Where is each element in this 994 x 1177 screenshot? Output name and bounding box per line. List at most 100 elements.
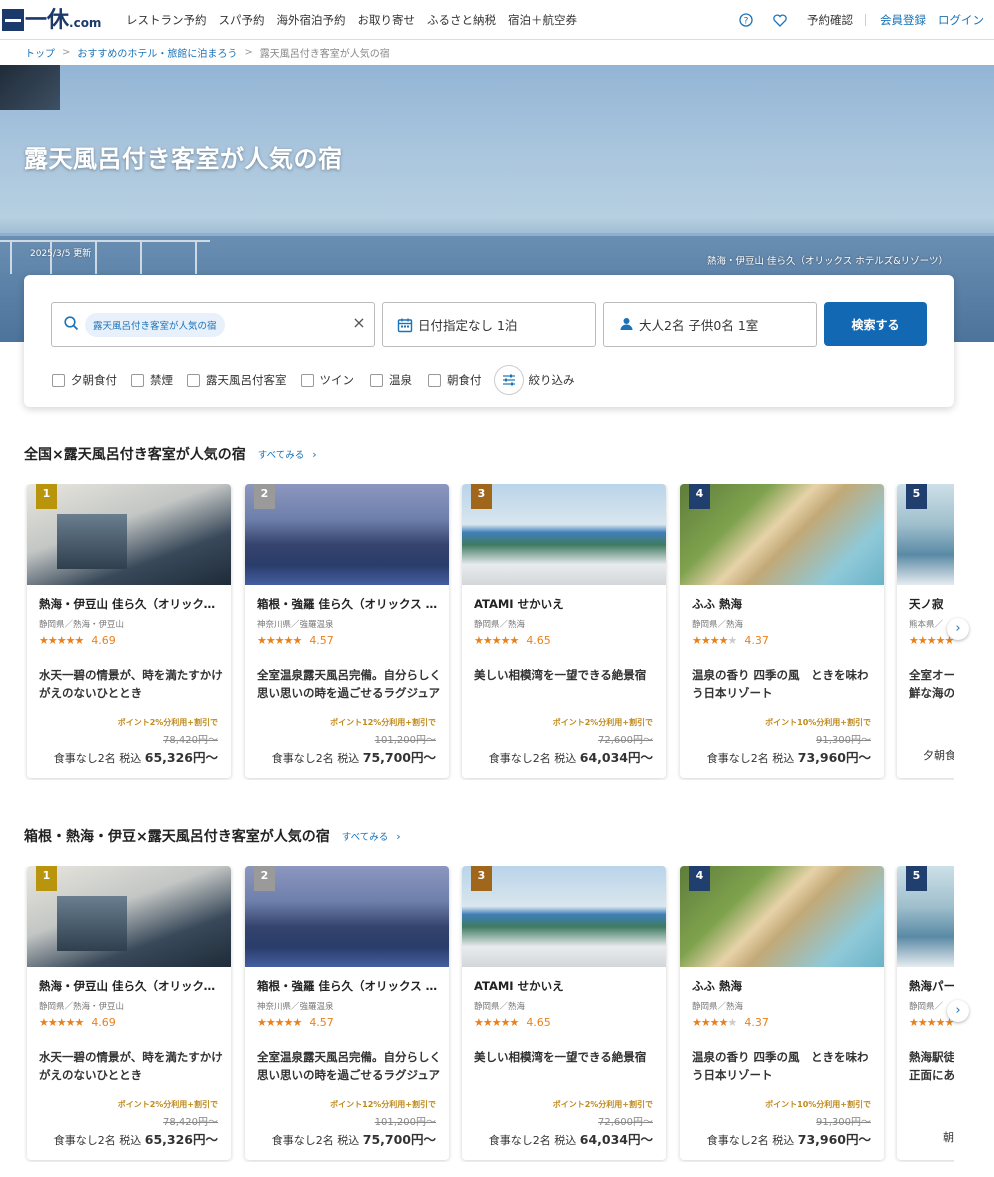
filter-breakfast[interactable]: 朝食付 <box>428 372 482 388</box>
carousel-next-button[interactable]: › <box>947 1000 969 1022</box>
price-row: 食事なし2名 税込 75,700円～ <box>272 1129 436 1148</box>
breadcrumb-top[interactable]: トップ <box>25 45 55 60</box>
keyword-chip[interactable]: 露天風呂付き客室が人気の宿 <box>85 312 225 337</box>
hotel-card[interactable]: 1 熱海・伊豆山 佳ら久（オリックス ホテルズ&リゾーツ） 静岡県／熱海・伊豆山… <box>27 866 231 1160</box>
price-row: 食事なし2名 税込 65,326円～ <box>54 747 218 766</box>
price: 73,960円～ <box>797 750 871 765</box>
logo-text: 一休 <box>25 6 70 33</box>
original-price: 91,300円～ <box>816 735 871 746</box>
help-icon[interactable]: ? <box>739 13 753 27</box>
hotel-card[interactable]: 3 ATAMI せかいえ 静岡県／熱海 ★★★★★ 4.65 美しい相模湾を一望で… <box>462 484 666 778</box>
checkbox[interactable] <box>187 373 200 387</box>
breadcrumb-recommend[interactable]: おすすめのホテル・旅館に泊まろう <box>77 45 237 60</box>
breadcrumb-current: 露天風呂付き客室が人気の宿 <box>259 48 390 60</box>
rating: ★★★★★ 4.57 <box>257 1016 334 1029</box>
rank-badge: 2 <box>254 484 275 509</box>
checkbox[interactable] <box>300 373 314 387</box>
hotel-name: 熱海・伊豆山 佳ら久（オリックス ホテルズ&リゾーツ） <box>39 979 225 993</box>
reservation-check-link[interactable]: 予約確認 <box>807 12 853 28</box>
guest-field[interactable]: 大人2名 子供0名 1室 <box>603 302 817 347</box>
nav-overseas[interactable]: 海外宿泊予約 <box>277 12 346 28</box>
narrow-down-label[interactable]: 絞り込み <box>529 372 575 388</box>
hotel-area: 熊本県／ <box>909 620 944 630</box>
section-title: 箱根・熱海・伊豆×露天風呂付き客室が人気の宿 <box>24 829 330 845</box>
date-field[interactable]: 日付指定なし 1泊 <box>382 302 596 347</box>
search-button[interactable]: 検索する <box>824 302 927 346</box>
login-link[interactable]: ログイン <box>938 12 984 28</box>
rank-badge: 1 <box>36 866 57 891</box>
hotel-card[interactable]: 2 箱根・強羅 佳ら久（オリックス ホテルズ&リゾーツ） 神奈川県／強羅温泉 ★… <box>245 484 449 778</box>
hotel-card[interactable]: 4 ふふ 熱海 静岡県／熱海 ★★★★★ 4.37 温泉の香り 四季の風 ときを味… <box>680 866 884 1160</box>
hotel-card[interactable]: 5 熱海パー 静岡県／ ★★★★★ 熱海駅徒正面にあ 朝 <box>897 866 954 1160</box>
rank-badge: 1 <box>36 484 57 509</box>
point-discount-note: ポイント2%分利用+割引で <box>552 1100 653 1109</box>
hotel-card[interactable]: 5 天ノ寂 熊本県／ ★★★★★ 全室オー鮮な海の 夕朝食 <box>897 484 954 778</box>
chevron-right-icon: › <box>312 448 317 461</box>
hotel-carousel: 1 熱海・伊豆山 佳ら久（オリックス ホテルズ&リゾーツ） 静岡県／熱海・伊豆山… <box>0 866 954 1162</box>
filter-hot-spring[interactable]: 温泉 <box>370 372 412 388</box>
filter-settings-icon[interactable] <box>493 365 524 395</box>
filter-open-air-bath-room[interactable]: 露天風呂付客室 <box>187 372 287 388</box>
hotel-catchcopy: 美しい相模湾を一望できる絶景宿 <box>474 1050 647 1064</box>
hotel-catchcopy: 美しい相模湾を一望できる絶景宿 <box>474 668 647 682</box>
star-rating-icon: ★★★★★ <box>692 634 737 647</box>
hotel-area: 静岡県／熱海・伊豆山 <box>39 1002 125 1012</box>
hotel-catchcopy: 全室温泉露天風呂完備。自分らしく思い思いの時を過ごせるラグジュアリーリゾート <box>257 668 441 700</box>
point-discount-note: ポイント10%分利用+割引で <box>765 718 871 727</box>
keyword-field[interactable]: 露天風呂付き客室が人気の宿 × <box>51 302 375 347</box>
nav-furusato[interactable]: ふるさと納税 <box>427 12 496 28</box>
ikkyu-logo[interactable]: 一休 .com <box>0 0 118 40</box>
hotel-card[interactable]: 3 ATAMI せかいえ 静岡県／熱海 ★★★★★ 4.65 美しい相模湾を一望で… <box>462 866 666 1160</box>
hotel-card[interactable]: 1 熱海・伊豆山 佳ら久（オリックス ホテルズ&リゾーツ） 静岡県／熱海・伊豆山… <box>27 484 231 778</box>
nav-restaurant[interactable]: レストラン予約 <box>126 12 207 28</box>
point-discount-note: ポイント10%分利用+割引で <box>765 1100 871 1109</box>
rating-score: 4.57 <box>309 1016 334 1029</box>
hotel-card[interactable]: 4 ふふ 熱海 静岡県／熱海 ★★★★★ 4.37 温泉の香り 四季の風 ときを味… <box>680 484 884 778</box>
original-price: 91,300円～ <box>816 1117 871 1128</box>
see-all-link[interactable]: すべてみる › <box>258 447 317 461</box>
carousel-next-button[interactable]: › <box>947 618 969 640</box>
hotel-catchcopy: 全室温泉露天風呂完備。自分らしく思い思いの時を過ごせるラグジュアリーリゾート <box>257 1050 441 1082</box>
hotel-name: 天ノ寂 <box>909 597 944 611</box>
see-all-link[interactable]: すべてみる › <box>342 829 401 843</box>
rating-score: 4.65 <box>526 634 551 647</box>
nav-hotel-flight[interactable]: 宿泊＋航空券 <box>508 12 577 28</box>
breadcrumb: トップ > おすすめのホテル・旅館に泊まろう > 露天風呂付き客室が人気の宿 <box>0 40 994 64</box>
nav-gourmet[interactable]: お取り寄せ <box>358 12 416 28</box>
original-price: 78,420円～ <box>163 1117 218 1128</box>
filter-nonsmoking[interactable]: 禁煙 <box>131 372 173 388</box>
hotel-name: ふふ 熱海 <box>692 597 743 611</box>
meal-plan: 朝 <box>943 1131 954 1144</box>
logo-suffix: .com <box>69 15 102 30</box>
search-panel: 露天風呂付き客室が人気の宿 × 日付指定なし 1泊 大人2名 子供0名 1室 検… <box>24 275 954 407</box>
svg-text:?: ? <box>744 17 749 27</box>
checkbox[interactable] <box>52 373 65 387</box>
star-rating-icon: ★★★★★ <box>692 1016 737 1029</box>
filter-twin[interactable]: ツイン <box>300 372 354 388</box>
checkbox[interactable] <box>131 373 144 387</box>
breadcrumb-separator: > <box>244 46 253 58</box>
hotel-catchcopy: 全室オー鮮な海の <box>909 668 954 700</box>
hotel-name: 熱海・伊豆山 佳ら久（オリックス ホテルズ&リゾーツ） <box>39 597 225 611</box>
checkbox[interactable] <box>428 373 441 387</box>
meal-plan: 食事なし2名 税込 <box>53 752 142 765</box>
chevron-right-icon: › <box>396 830 401 843</box>
hotel-card[interactable]: 2 箱根・強羅 佳ら久（オリックス ホテルズ&リゾーツ） 神奈川県／強羅温泉 ★… <box>245 866 449 1160</box>
clear-icon[interactable]: × <box>352 315 366 331</box>
filter-row: 夕朝食付 禁煙 露天風呂付客室 ツイン 温泉 朝食付 絞り込み <box>52 365 575 395</box>
hotel-area: 静岡県／ <box>909 1002 944 1012</box>
filter-dinner-breakfast[interactable]: 夕朝食付 <box>52 372 117 388</box>
hotel-catchcopy: 温泉の香り 四季の風 ときを味わう日本リゾート <box>692 668 869 700</box>
search-icon <box>64 315 79 334</box>
price-row: 朝 <box>943 1129 954 1145</box>
original-price: 78,420円～ <box>163 735 218 746</box>
logo-mark-icon <box>2 8 24 31</box>
rank-badge: 4 <box>689 866 710 891</box>
meal-plan: 食事なし2名 税込 <box>488 752 577 765</box>
register-link[interactable]: 会員登録 <box>880 12 926 28</box>
checkbox[interactable] <box>370 373 383 387</box>
favorite-heart-icon[interactable] <box>773 13 787 27</box>
rank-badge: 3 <box>471 866 492 891</box>
nav-spa[interactable]: スパ予約 <box>219 12 265 28</box>
rating-score: 4.69 <box>91 1016 116 1029</box>
